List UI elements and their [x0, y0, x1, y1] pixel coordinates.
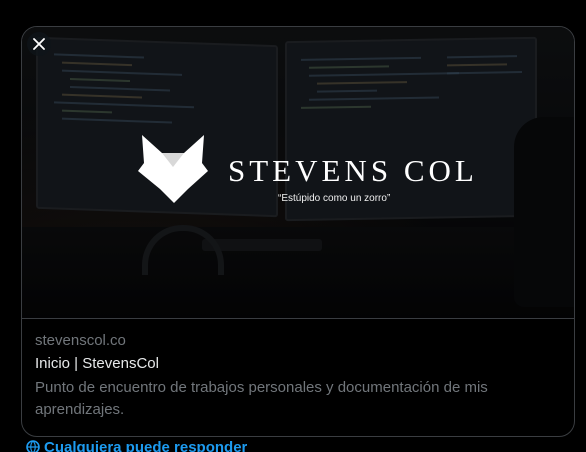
reply-settings-button[interactable]: Cualquiera puede responder: [26, 440, 247, 452]
globe-icon: [26, 440, 40, 452]
link-preview-card[interactable]: STEVENS COL “Estúpido como un zorro” ste…: [21, 26, 575, 437]
reply-settings-label: Cualquiera puede responder: [44, 440, 248, 452]
brand-name: STEVENS COL: [228, 153, 478, 188]
close-button[interactable]: [27, 32, 51, 56]
brand-tagline: “Estúpido como un zorro”: [278, 193, 391, 204]
brand-logo: STEVENS COL “Estúpido como un zorro”: [136, 133, 474, 213]
link-domain: stevenscol.co: [35, 332, 126, 349]
link-description: Punto de encuentro de trabajos personale…: [35, 379, 488, 418]
link-preview-image[interactable]: STEVENS COL “Estúpido como un zorro”: [22, 27, 574, 319]
link-preview-meta[interactable]: stevenscol.co Inicio | StevensCol Punto …: [35, 331, 561, 421]
fox-logo-icon: [138, 135, 208, 203]
close-icon: [33, 38, 45, 50]
link-title: Inicio | StevensCol: [35, 355, 159, 372]
